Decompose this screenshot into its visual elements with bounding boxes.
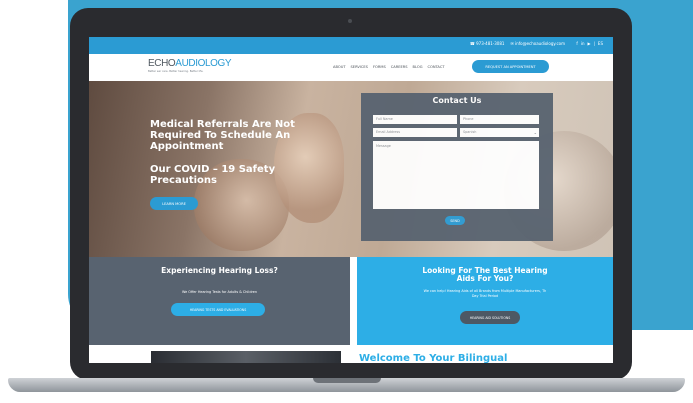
message-field[interactable]: Message: [373, 141, 539, 209]
camera-dot: [348, 19, 352, 23]
send-button[interactable]: SEND: [445, 216, 465, 225]
phone-link[interactable]: ☎ 973-481-3081: [470, 41, 505, 46]
hearing-aid-solutions-button[interactable]: HEARING AID SOLUTIONS: [460, 311, 520, 324]
nav-item-services[interactable]: SERVICES: [351, 65, 368, 69]
divider: |: [593, 41, 595, 46]
site-header: ECHOAUDIOLOGY Better ear care. Better he…: [89, 54, 613, 81]
main-nav: ABOUT SERVICES FORMS CAREERS BLOG CONTAC…: [333, 65, 445, 69]
nav-item-about[interactable]: ABOUT: [333, 65, 346, 69]
social-links: f in ▶ | ES: [576, 41, 603, 46]
site-logo[interactable]: ECHOAUDIOLOGY: [148, 58, 232, 69]
hearing-loss-text: We Offer Hearing Tests for Adults & Chil…: [181, 290, 258, 294]
contact-top-bar: ☎ 973-481-3081 ✉ info@echoaudiology.com …: [89, 37, 613, 54]
hearing-aids-panel: Looking For The Best Hearing Aids For Yo…: [357, 257, 613, 345]
covid-link[interactable]: Our COVID – 19 Safety Precautions: [150, 164, 310, 186]
hearing-aids-text: We can help! Hearing Aids of all Brands …: [423, 289, 547, 298]
email-field[interactable]: Email Address: [373, 128, 457, 137]
laptop-screen: ☎ 973-481-3081 ✉ info@echoaudiology.com …: [89, 37, 613, 371]
hearing-loss-title: Experiencing Hearing Loss?: [161, 266, 278, 275]
facebook-icon[interactable]: f: [576, 41, 577, 46]
hearing-tests-button[interactable]: HEARING TESTS AND EVALUATIONS: [171, 303, 265, 316]
nav-item-blog[interactable]: BLOG: [413, 65, 423, 69]
laptop-base: [8, 378, 685, 392]
nav-item-careers[interactable]: CAREERS: [391, 65, 408, 69]
hearing-aids-title: Looking For The Best Hearing Aids For Yo…: [422, 266, 548, 283]
chevron-down-icon: ⌄: [533, 130, 537, 135]
email-link[interactable]: ✉ info@echoaudiology.com: [510, 41, 565, 46]
laptop-lid: ☎ 973-481-3081 ✉ info@echoaudiology.com …: [70, 8, 632, 380]
youtube-icon[interactable]: ▶: [587, 41, 590, 46]
screen-bezel-bottom: [89, 363, 613, 371]
language-select[interactable]: Spanish ⌄: [460, 128, 539, 137]
nav-item-contact[interactable]: CONTACT: [427, 65, 444, 69]
contact-form: Contact Us Full Name Phone Email Address…: [361, 93, 553, 241]
hearing-loss-panel: Experiencing Hearing Loss? We Offer Hear…: [89, 257, 350, 345]
laptop-notch: [313, 378, 381, 383]
hero-section: Medical Referrals Are Not Required To Sc…: [89, 81, 613, 257]
nav-item-forms[interactable]: FORMS: [373, 65, 386, 69]
phone-field[interactable]: Phone: [460, 115, 539, 124]
linkedin-icon[interactable]: in: [581, 41, 585, 46]
language-switch[interactable]: ES: [598, 41, 603, 46]
logo-tagline: Better ear care. Better hearing. Better …: [148, 70, 204, 73]
request-appointment-button[interactable]: REQUEST AN APPOINTMENT: [472, 60, 549, 73]
band-divider: [350, 257, 357, 345]
top-bar-contact-info: ☎ 973-481-3081 ✉ info@echoaudiology.com: [470, 41, 565, 46]
full-name-field[interactable]: Full Name: [373, 115, 457, 124]
learn-more-button[interactable]: LEARN MORE: [150, 197, 198, 210]
contact-form-title: Contact Us: [432, 96, 482, 105]
hero-title: Medical Referrals Are Not Required To Sc…: [150, 119, 295, 152]
